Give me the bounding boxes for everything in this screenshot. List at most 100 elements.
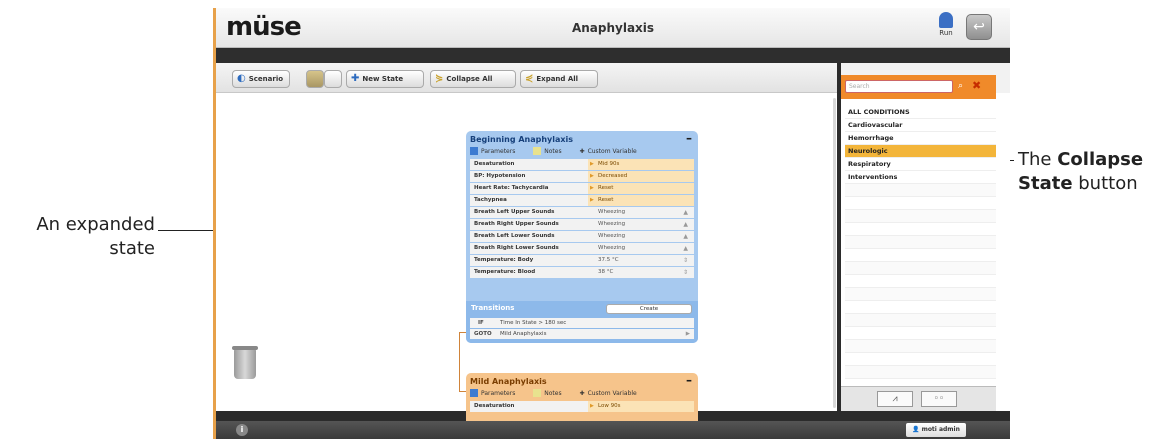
tab-parameters[interactable]: Parameters xyxy=(470,147,523,155)
callout-text-line1: An expanded xyxy=(36,214,155,235)
triangle-icon[interactable]: ▲ xyxy=(683,207,688,218)
triangle-icon[interactable]: ▲ xyxy=(683,231,688,242)
search-icon[interactable]: ⌕ xyxy=(958,81,963,91)
parameter-row[interactable]: Temperature: Blood 38 °C ⇕ xyxy=(470,267,694,278)
new-state-button[interactable]: ✚ New State xyxy=(346,70,424,88)
parameter-name: BP: Hypotension xyxy=(474,173,526,179)
scenario-button[interactable]: ◐ Scenario xyxy=(232,70,290,88)
toolbar: ◐ Scenario ✚ New State ⋟ Collapse All ⋞ Expa… xyxy=(216,63,837,93)
state-canvas[interactable]: Beginning Anaphylaxis – Parameters Notes… xyxy=(216,94,837,433)
empty-list-row xyxy=(845,288,996,301)
parameters-icon xyxy=(470,147,478,155)
back-arrow-icon: ↩ xyxy=(973,19,985,35)
grid-view-button[interactable] xyxy=(306,70,324,88)
parameter-row[interactable]: Tachypnea Reset xyxy=(470,195,694,206)
parameter-value[interactable]: 38 °C xyxy=(588,267,694,278)
create-transition-button[interactable]: Create xyxy=(606,304,692,314)
info-icon[interactable]: i xyxy=(236,424,248,436)
condition-item[interactable]: Cardiovascular xyxy=(845,119,996,132)
empty-list-row xyxy=(845,236,996,249)
plus-icon: ✚ xyxy=(579,389,585,397)
tab-custom-variable[interactable]: ✚ Custom Variable xyxy=(580,148,645,155)
parameter-row[interactable]: BP: Hypotension Decreased xyxy=(470,171,694,182)
condition-item[interactable]: Hemorrhage xyxy=(845,132,996,145)
empty-list-row xyxy=(845,301,996,314)
close-icon[interactable]: ✖ xyxy=(972,79,981,92)
stepper-icon[interactable]: ⇕ xyxy=(683,267,688,278)
parameter-row[interactable]: Breath Right Lower Sounds Wheezing ▲ xyxy=(470,243,694,254)
callout-bold-collapse: Collapse xyxy=(1057,149,1144,170)
back-button[interactable]: ↩ xyxy=(966,14,992,40)
parameter-row[interactable]: Temperature: Body 37.5 °C ⇕ xyxy=(470,255,694,266)
search-input[interactable]: Search xyxy=(845,80,953,93)
state-title: Beginning Anaphylaxis xyxy=(470,135,574,144)
goto-keyword: GOTO xyxy=(474,331,492,337)
parameter-row[interactable]: Desaturation Mid 90s xyxy=(470,159,694,170)
condition-item[interactable]: Respiratory xyxy=(845,158,996,171)
tab-parameters[interactable]: Parameters xyxy=(470,389,523,397)
parameters-icon xyxy=(470,389,478,397)
vitals-tab-button[interactable]: ⩘ xyxy=(877,391,913,407)
empty-list-row xyxy=(845,262,996,275)
parameter-row[interactable]: Heart Rate: Tachycardia Reset xyxy=(470,183,694,194)
state-tabs: Parameters Notes ✚ Custom Variable xyxy=(470,147,653,155)
figure: An expanded state The Collapse State but… xyxy=(0,0,1176,439)
parameter-value[interactable]: Reset xyxy=(588,183,694,194)
condition-item[interactable]: Neurologic xyxy=(845,145,996,158)
parameter-value[interactable]: Wheezing xyxy=(588,207,694,218)
parameter-value[interactable]: Wheezing xyxy=(588,231,694,242)
parameter-name: Breath Right Upper Sounds xyxy=(474,221,559,227)
tab-custom-variable-label: Custom Variable xyxy=(587,389,637,397)
transition-goto-row[interactable]: GOTO Mild Anaphylaxis ▶ xyxy=(470,329,694,339)
tab-custom-variable[interactable]: ✚ Custom Variable xyxy=(580,390,645,397)
panel-footer: ⩘ ◦◦ xyxy=(841,386,996,411)
parameter-row[interactable]: Breath Right Upper Sounds Wheezing ▲ xyxy=(470,219,694,230)
collapse-state-button[interactable]: – xyxy=(686,131,692,145)
plus-icon: ✚ xyxy=(579,147,585,155)
empty-list-row xyxy=(845,223,996,236)
title-bar: müse Anaphylaxis Run ↩ xyxy=(216,8,1010,48)
condition-item[interactable]: Interventions xyxy=(845,171,996,184)
parameter-row[interactable]: Breath Left Lower Sounds Wheezing ▲ xyxy=(470,231,694,242)
user-icon: 👤 xyxy=(912,426,922,433)
run-button[interactable]: Run xyxy=(934,12,958,42)
tab-notes-label: Notes xyxy=(544,389,562,397)
parameter-value[interactable]: Decreased xyxy=(588,171,694,182)
tab-parameters-label: Parameters xyxy=(481,389,516,397)
collapse-all-icon: ⋟ xyxy=(435,73,444,84)
muse-app-window: müse Anaphylaxis Run ↩ ◐ Scenario ✚ New St… xyxy=(213,8,1010,439)
empty-list-row xyxy=(845,353,996,366)
transitions-label: Transitions xyxy=(471,304,515,312)
parameter-value[interactable]: 37.5 °C xyxy=(588,255,694,266)
stepper-icon[interactable]: ⇕ xyxy=(683,255,688,266)
list-view-button[interactable] xyxy=(324,70,342,88)
parameter-value[interactable]: Reset xyxy=(588,195,694,206)
voicemail-tab-button[interactable]: ◦◦ xyxy=(921,391,957,407)
user-badge[interactable]: 👤 moti admin xyxy=(906,423,966,437)
parameter-name: Tachypnea xyxy=(474,197,507,203)
tab-custom-variable-label: Custom Variable xyxy=(587,147,637,155)
empty-list-row xyxy=(845,249,996,262)
tab-notes[interactable]: Notes xyxy=(533,147,569,155)
user-name: moti admin xyxy=(921,426,960,433)
transition-condition-row[interactable]: IF Time In State > 180 sec xyxy=(470,318,694,328)
expand-all-button[interactable]: ⋞ Expand All xyxy=(520,70,598,88)
collapse-all-button[interactable]: ⋟ Collapse All xyxy=(430,70,516,88)
condition-item[interactable]: ALL CONDITIONS xyxy=(845,106,996,119)
parameter-value[interactable]: Wheezing xyxy=(588,243,694,254)
collapse-state-button[interactable]: – xyxy=(686,373,692,387)
parameter-value[interactable]: Mid 90s xyxy=(588,159,694,170)
state-card-beginning-anaphylaxis[interactable]: Beginning Anaphylaxis – Parameters Notes… xyxy=(466,131,698,343)
canvas-scrollbar[interactable] xyxy=(833,98,836,408)
triangle-icon[interactable]: ▲ xyxy=(683,243,688,254)
tab-notes[interactable]: Notes xyxy=(533,389,569,397)
parameter-value[interactable]: Low 90s xyxy=(588,401,694,412)
trash-icon[interactable] xyxy=(232,346,258,379)
triangle-icon[interactable]: ▲ xyxy=(683,219,688,230)
parameter-row[interactable]: Desaturation Low 90s xyxy=(470,401,694,412)
parameter-row[interactable]: Breath Left Upper Sounds Wheezing ▲ xyxy=(470,207,694,218)
parameter-name: Heart Rate: Tachycardia xyxy=(474,185,549,191)
chevron-right-icon: ▶ xyxy=(685,331,690,337)
parameter-value[interactable]: Wheezing xyxy=(588,219,694,230)
parameter-name: Desaturation xyxy=(474,161,515,167)
